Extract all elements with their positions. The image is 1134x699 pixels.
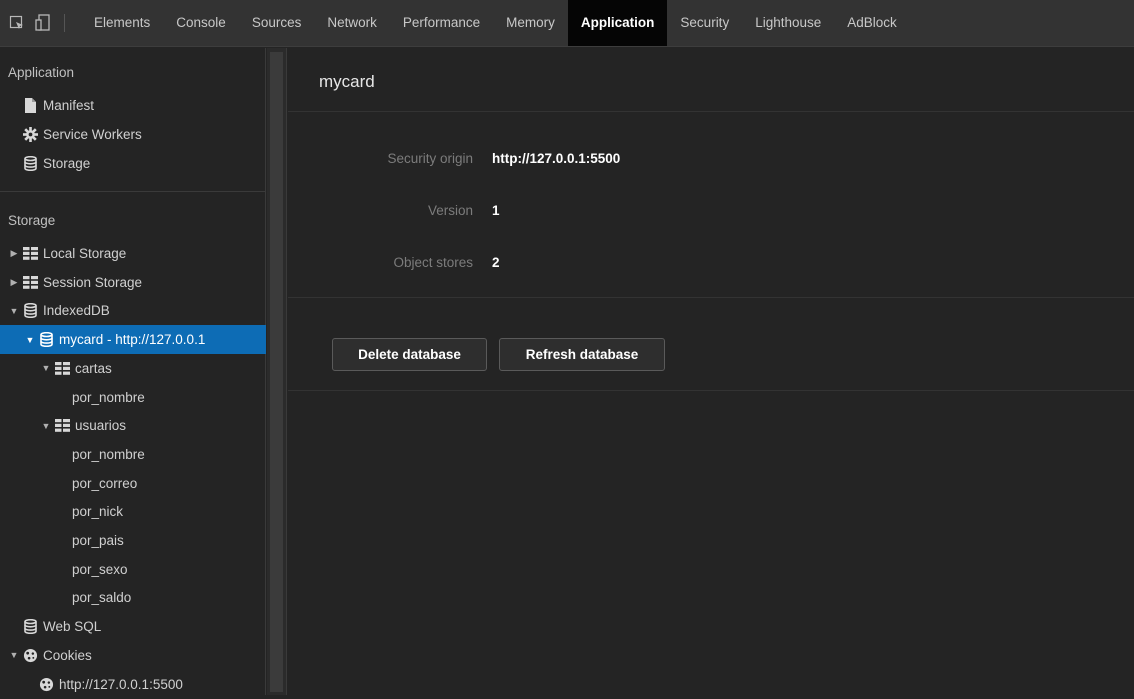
property-row: Security origin http://127.0.0.1:5500: [288, 151, 1134, 171]
gear-icon: [22, 127, 38, 143]
grid-icon: [22, 246, 38, 262]
tree-item-local-storage[interactable]: ▶ Local Storage: [0, 239, 266, 268]
delete-database-button[interactable]: Delete database: [332, 338, 487, 371]
tree-item-label: Session Storage: [43, 274, 143, 290]
index-item-por-nick[interactable]: por_nick: [0, 497, 266, 526]
tree-item-indexeddb[interactable]: ▼ IndexedDB: [0, 296, 266, 325]
sidebar-item-service-workers[interactable]: Service Workers: [0, 122, 266, 147]
tab-elements[interactable]: Elements: [81, 0, 163, 46]
collapsed-arrow-icon[interactable]: ▶: [8, 248, 20, 259]
tree-item-label: por_saldo: [72, 590, 132, 606]
cookie-icon: [22, 647, 38, 663]
refresh-database-button[interactable]: Refresh database: [499, 338, 665, 371]
toolbar-icons: [0, 0, 81, 46]
tab-lighthouse[interactable]: Lighthouse: [742, 0, 834, 46]
section-divider: [0, 191, 266, 192]
sidebar-scrollbar-thumb[interactable]: [270, 52, 283, 692]
collapsed-arrow-icon[interactable]: ▶: [8, 277, 20, 288]
header-divider: [288, 111, 1134, 112]
property-label: Security origin: [387, 151, 473, 166]
index-item-por-saldo[interactable]: por_saldo: [0, 583, 266, 612]
tree-item-label: por_sexo: [72, 561, 128, 577]
tree-item-label: por_nombre: [72, 389, 145, 405]
tree-item-mycard-http-127-0-0-1[interactable]: ▼ mycard - http://127.0.0.1: [0, 325, 266, 355]
sidebar-item-label: Service Workers: [43, 127, 142, 142]
tree-item-label: cartas: [75, 360, 112, 376]
sidebar-item-label: Manifest: [43, 98, 95, 113]
property-label: Version: [427, 203, 473, 218]
property-row: Version 1: [288, 203, 1134, 223]
application-section-title: Application: [8, 65, 75, 80]
expanded-arrow-icon[interactable]: ▼: [40, 363, 52, 373]
tree-item-label: por_correo: [72, 475, 138, 491]
database-icon: [22, 619, 38, 635]
tab-security[interactable]: Security: [667, 0, 742, 46]
database-icon: [22, 303, 38, 319]
tree-item-label: IndexedDB: [43, 303, 110, 319]
database-title: mycard: [319, 72, 375, 91]
grid-icon: [22, 274, 38, 290]
tree-item-label: Web SQL: [43, 619, 102, 635]
inspect-element-icon[interactable]: [6, 12, 28, 34]
sidebar-item-storage[interactable]: Storage: [0, 151, 266, 176]
tab-console[interactable]: Console: [163, 0, 239, 46]
expanded-arrow-icon[interactable]: ▼: [8, 650, 20, 660]
grid-icon: [54, 360, 70, 376]
property-value: http://127.0.0.1:5500: [492, 151, 621, 166]
tree-item-usuarios[interactable]: ▼ usuarios: [0, 411, 266, 440]
tab-network[interactable]: Network: [314, 0, 390, 46]
database-view: mycard Security origin http://127.0.0.1:5…: [288, 48, 1134, 695]
tab-application[interactable]: Application: [567, 0, 668, 46]
tree-item-label: Cookies: [43, 647, 92, 663]
index-item-por-nombre[interactable]: por_nombre: [0, 440, 266, 469]
database-icon: [38, 332, 54, 348]
expanded-arrow-icon[interactable]: ▼: [24, 335, 36, 345]
storage-section-title: Storage: [8, 213, 56, 228]
tab-memory[interactable]: Memory: [493, 0, 568, 46]
tab-performance[interactable]: Performance: [390, 0, 493, 46]
toolbar-separator: [64, 13, 65, 32]
sidebar-item-label: Storage: [43, 156, 91, 171]
tree-item-label: usuarios: [75, 418, 127, 434]
sidebar-item-manifest[interactable]: Manifest: [0, 93, 266, 118]
property-value: 2: [492, 255, 500, 270]
document-icon: [22, 98, 38, 114]
application-sidebar: Application Manifest Service Workers Stora…: [0, 48, 266, 695]
tree-item-label: http://127.0.0.1:5500: [59, 676, 183, 692]
tree-item-label: por_nick: [72, 504, 124, 520]
tree-item-web-sql[interactable]: Web SQL: [0, 612, 266, 641]
tree-item-label: por_pais: [72, 533, 124, 548]
tab-adblock[interactable]: AdBlock: [834, 0, 910, 46]
index-item-por-sexo[interactable]: por_sexo: [0, 555, 266, 584]
cookie-icon: [38, 676, 54, 692]
tab-sources[interactable]: Sources: [239, 0, 315, 46]
tree-item-label: Local Storage: [43, 246, 127, 261]
tree-item-session-storage[interactable]: ▶ Session Storage: [0, 268, 266, 297]
properties-divider: [288, 297, 1134, 298]
expanded-arrow-icon[interactable]: ▼: [8, 306, 20, 316]
tree-item-cartas[interactable]: ▼ cartas: [0, 354, 266, 383]
property-label: Object stores: [393, 255, 473, 270]
tree-item-label: mycard - http://127.0.0.1: [59, 332, 206, 348]
sidebar-scrollbar[interactable]: [267, 48, 287, 695]
index-item-por-pais[interactable]: por_pais: [0, 526, 266, 555]
tree-item-cookies[interactable]: ▼ Cookies: [0, 641, 266, 670]
devtools-toolbar: Elements Console Sources Network Performance…: [0, 0, 1134, 47]
panel-tabs: Elements Console Sources Network Performance…: [81, 0, 910, 46]
property-value: 1: [492, 203, 500, 218]
device-toolbar-icon[interactable]: [32, 12, 54, 34]
index-item-por-nombre[interactable]: por_nombre: [0, 383, 266, 412]
tree-item-http-127-0-0-1-5500[interactable]: http://127.0.0.1:5500: [0, 670, 266, 699]
actions-divider: [288, 390, 1134, 391]
expanded-arrow-icon[interactable]: ▼: [40, 421, 52, 431]
property-row: Object stores 2: [288, 255, 1134, 275]
database-icon: [22, 156, 38, 172]
grid-icon: [54, 418, 70, 434]
tree-item-label: por_nombre: [72, 446, 145, 462]
index-item-por-correo[interactable]: por_correo: [0, 469, 266, 498]
